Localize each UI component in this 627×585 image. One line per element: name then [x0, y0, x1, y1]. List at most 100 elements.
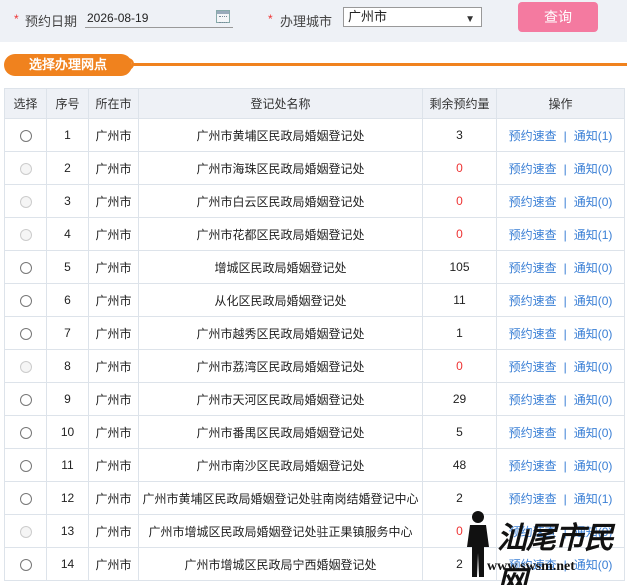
required-mark: * [268, 12, 273, 26]
table-row: 10 广州市 广州市番禺区民政局婚姻登记处 5 预约速查 | 通知(0) [4, 415, 625, 449]
quick-check-link[interactable]: 预约速查 [509, 294, 557, 308]
select-cell [4, 250, 47, 284]
row-actions: 预约速查 | 通知(0) [496, 382, 625, 416]
notice-link[interactable]: 通知(1) [574, 228, 613, 242]
notice-link[interactable]: 通知(0) [574, 261, 613, 275]
quick-check-link[interactable]: 预约速查 [509, 492, 557, 506]
row-number: 2 [46, 151, 89, 185]
quick-check-link[interactable]: 预约速查 [509, 228, 557, 242]
office-name: 广州市增城区民政局宁西婚姻登记处 [138, 547, 423, 581]
action-separator: | [563, 293, 567, 308]
row-city: 广州市 [88, 349, 139, 383]
quick-check-link[interactable]: 预约速查 [509, 327, 557, 341]
table-row: 4 广州市 广州市花都区民政局婚姻登记处 0 预约速查 | 通知(1) [4, 217, 625, 251]
row-actions: 预约速查 | 通知(1) [496, 217, 625, 251]
quick-check-link[interactable]: 预约速查 [509, 459, 557, 473]
notice-link[interactable]: 通知(0) [574, 327, 613, 341]
office-name: 广州市海珠区民政局婚姻登记处 [138, 151, 423, 185]
row-number: 10 [46, 415, 89, 449]
select-cell [4, 448, 47, 482]
table-row: 1 广州市 广州市黄埔区民政局婚姻登记处 3 预约速查 | 通知(1) [4, 118, 625, 152]
remaining-quota: 0 [422, 349, 497, 383]
notice-link[interactable]: 通知(0) [574, 459, 613, 473]
remaining-quota: 5 [422, 415, 497, 449]
select-cell [4, 316, 47, 350]
notice-link[interactable]: 通知(1) [574, 492, 613, 506]
row-city: 广州市 [88, 184, 139, 218]
row-number: 4 [46, 217, 89, 251]
office-name: 广州市南沙区民政局婚姻登记处 [138, 448, 423, 482]
quick-check-link[interactable]: 预约速查 [509, 195, 557, 209]
column-header: 登记处名称 [138, 88, 423, 119]
table-row: 2 广州市 广州市海珠区民政局婚姻登记处 0 预约速查 | 通知(0) [4, 151, 625, 185]
row-number: 9 [46, 382, 89, 416]
select-cell [4, 151, 47, 185]
select-cell [4, 514, 47, 548]
select-cell [4, 382, 47, 416]
query-button[interactable]: 查询 [518, 2, 598, 32]
select-radio[interactable] [19, 393, 32, 406]
quick-check-link[interactable]: 预约速查 [509, 426, 557, 440]
table-row: 8 广州市 广州市荔湾区民政局婚姻登记处 0 预约速查 | 通知(0) [4, 349, 625, 383]
select-radio[interactable] [19, 327, 32, 340]
column-header: 序号 [46, 88, 89, 119]
office-name: 广州市白云区民政局婚姻登记处 [138, 184, 423, 218]
city-select[interactable]: 广州市 ▼ [343, 7, 482, 27]
column-header: 剩余预约量 [422, 88, 497, 119]
select-radio[interactable] [19, 492, 32, 505]
notice-link[interactable]: 通知(1) [574, 129, 613, 143]
notice-link[interactable]: 通知(0) [574, 195, 613, 209]
row-city: 广州市 [88, 316, 139, 350]
required-mark: * [14, 12, 19, 26]
date-label: 预约日期 [25, 14, 78, 29]
office-name: 广州市天河区民政局婚姻登记处 [138, 382, 423, 416]
action-separator: | [563, 425, 567, 440]
quick-check-link[interactable]: 预约速查 [509, 360, 557, 374]
row-city: 广州市 [88, 415, 139, 449]
remaining-quota: 0 [422, 151, 497, 185]
office-name: 从化区民政局婚姻登记处 [138, 283, 423, 317]
quick-check-link[interactable]: 预约速查 [509, 162, 557, 176]
select-cell [4, 118, 47, 152]
select-radio[interactable] [19, 558, 32, 571]
select-radio[interactable] [19, 294, 32, 307]
remaining-quota: 3 [422, 118, 497, 152]
action-separator: | [563, 161, 567, 176]
quick-check-link[interactable]: 预约速查 [509, 393, 557, 407]
quick-check-link[interactable]: 预约速查 [509, 129, 557, 143]
remaining-quota: 1 [422, 316, 497, 350]
office-name: 广州市黄埔区民政局婚姻登记处 [138, 118, 423, 152]
office-name: 广州市番禺区民政局婚姻登记处 [138, 415, 423, 449]
row-actions: 预约速查 | 通知(0) [496, 283, 625, 317]
select-radio[interactable] [19, 261, 32, 274]
row-actions: 预约速查 | 通知(0) [496, 184, 625, 218]
row-city: 广州市 [88, 250, 139, 284]
action-separator: | [563, 227, 567, 242]
action-separator: | [563, 260, 567, 275]
select-radio [19, 195, 32, 208]
table-row: 3 广州市 广州市白云区民政局婚姻登记处 0 预约速查 | 通知(0) [4, 184, 625, 218]
select-radio [19, 228, 32, 241]
action-separator: | [563, 128, 567, 143]
row-number: 7 [46, 316, 89, 350]
calendar-icon[interactable] [216, 10, 230, 23]
office-name: 广州市黄埔区民政局婚姻登记处驻南岗结婚登记中心 [138, 481, 423, 515]
remaining-quota: 0 [422, 184, 497, 218]
select-radio[interactable] [19, 459, 32, 472]
office-name: 广州市增城区民政局婚姻登记处驻正果镇服务中心 [138, 514, 423, 548]
notice-link[interactable]: 通知(0) [574, 294, 613, 308]
notice-link[interactable]: 通知(0) [574, 360, 613, 374]
notice-link[interactable]: 通知(0) [574, 162, 613, 176]
quick-check-link[interactable]: 预约速查 [509, 261, 557, 275]
select-radio[interactable] [19, 426, 32, 439]
action-separator: | [563, 194, 567, 209]
date-input[interactable]: 2026-08-19 [85, 8, 233, 28]
select-cell [4, 217, 47, 251]
row-actions: 预约速查 | 通知(0) [496, 448, 625, 482]
notice-link[interactable]: 通知(0) [574, 426, 613, 440]
notice-link[interactable]: 通知(0) [574, 393, 613, 407]
office-name: 广州市花都区民政局婚姻登记处 [138, 217, 423, 251]
section-title: 选择办理网点 [4, 54, 132, 76]
select-radio[interactable] [19, 129, 32, 142]
row-actions: 预约速查 | 通知(0) [496, 151, 625, 185]
